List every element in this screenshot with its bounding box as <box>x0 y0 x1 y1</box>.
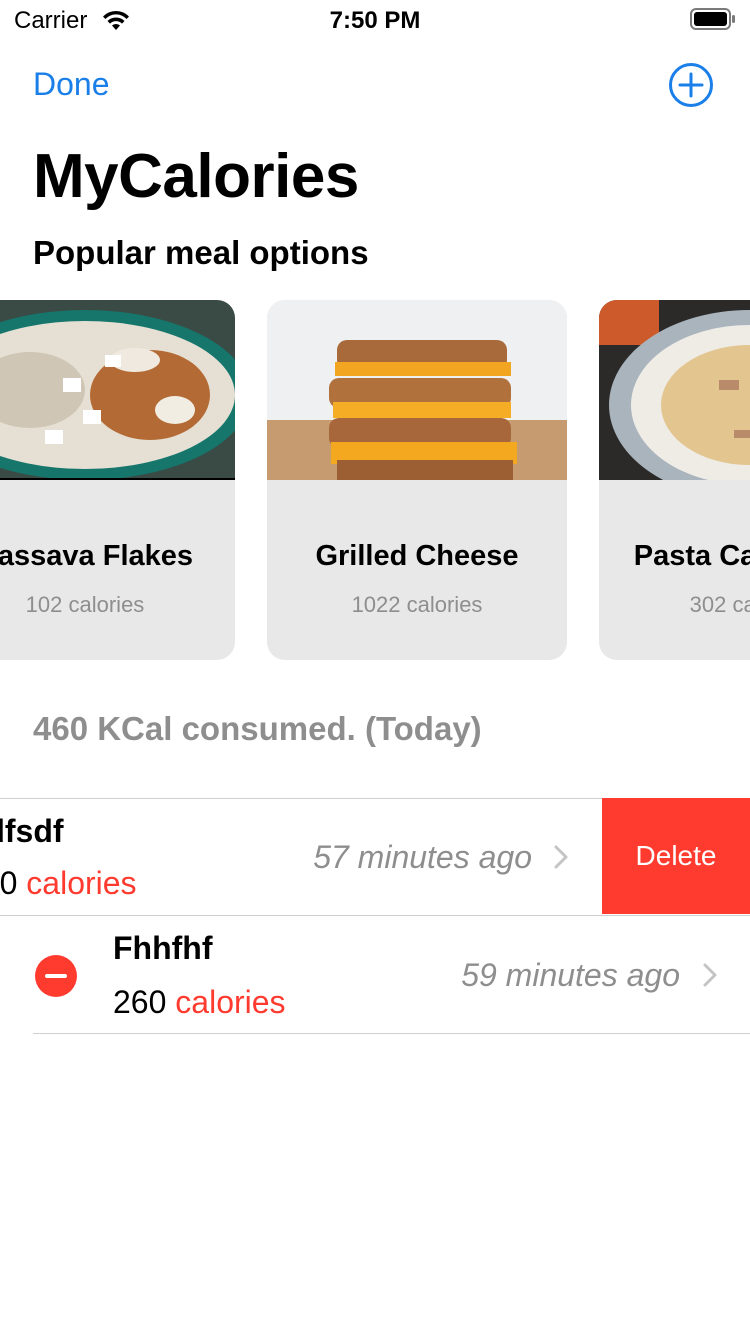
delete-minus-icon[interactable] <box>35 955 77 997</box>
entry-row[interactable]: Sdfsdf 200 calories 57 minutes ago <box>0 799 602 914</box>
calories-summary: 460 KCal consumed. (Today) <box>33 710 482 747</box>
chevron-right-icon <box>703 963 717 987</box>
entry-name: Fhhfhf <box>113 930 213 966</box>
popular-meals-heading: Popular meal options <box>33 234 369 271</box>
entry-calorie-amount: 200 <box>0 865 18 901</box>
meal-card[interactable]: Cassava Flakes 102 calories <box>0 300 235 660</box>
meal-name: Grilled Cheese <box>315 540 519 572</box>
meal-card[interactable]: Grilled Cheese 1022 calories <box>267 300 567 660</box>
meal-photo <box>267 300 567 480</box>
meal-card[interactable]: Pasta Carbonara 302 calories <box>599 300 750 660</box>
meal-name: Pasta Carbonara <box>633 540 750 572</box>
meal-photo <box>599 300 750 480</box>
status-time: 7:50 PM <box>329 7 421 34</box>
meal-calories: 1022 calories <box>351 592 483 617</box>
meal-name: Cassava Flakes <box>0 540 194 572</box>
meal-photo <box>0 300 235 480</box>
entry-name: Sdfsdf <box>0 813 64 849</box>
entry-calorie-unit: calories <box>26 865 137 901</box>
meal-carousel[interactable]: Cassava Flakes 102 calories Grilled Chee… <box>0 300 750 662</box>
done-button[interactable]: Done <box>33 64 110 104</box>
entry-calories: 200 calories <box>0 863 137 903</box>
meal-calories: 302 calories <box>689 592 750 617</box>
entry-calorie-unit: calories <box>175 984 286 1020</box>
meal-calories: 102 calories <box>25 592 145 617</box>
entry-time: 59 minutes ago <box>461 957 680 993</box>
delete-button[interactable]: Delete <box>602 798 750 914</box>
battery-icon <box>690 8 735 30</box>
page-title: MyCalories <box>33 142 359 211</box>
list-separator <box>33 1033 750 1034</box>
minus-bar <box>45 974 67 978</box>
entry-calories: 260 calories <box>113 982 286 1022</box>
plus-circle-icon[interactable] <box>668 62 714 108</box>
entry-calorie-amount: 260 <box>113 984 167 1020</box>
entry-row[interactable]: Fhhfhf 260 calories 59 minutes ago <box>0 916 750 1033</box>
chevron-right-icon <box>554 845 568 869</box>
entry-time: 57 minutes ago <box>313 839 532 875</box>
